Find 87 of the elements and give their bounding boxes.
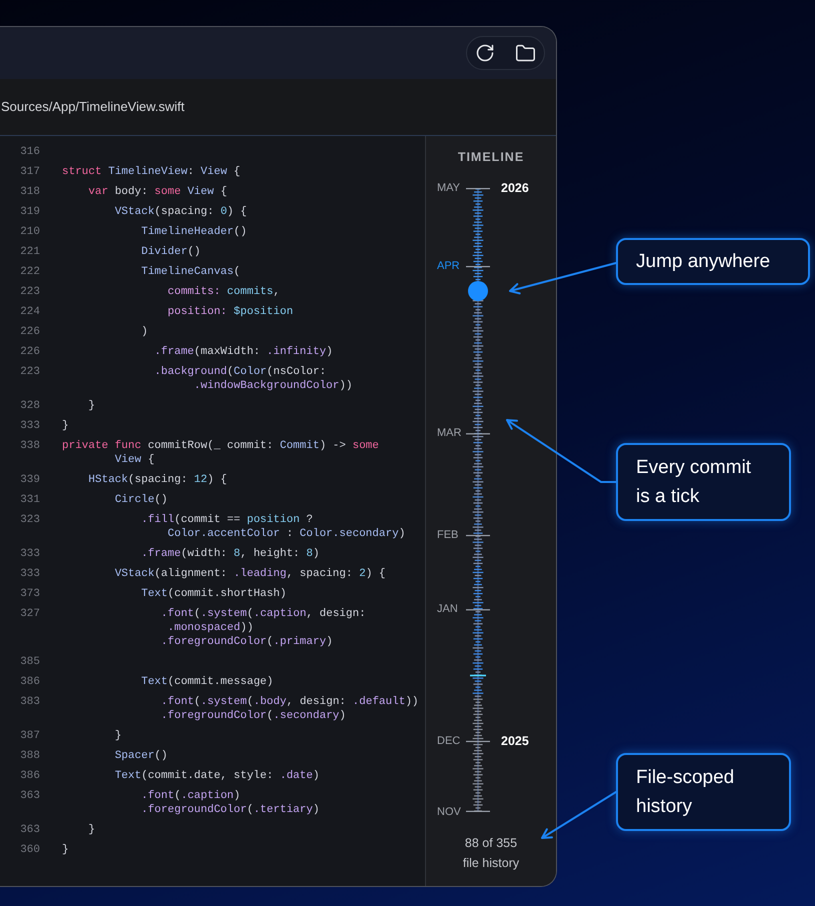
code-line: Circle() <box>114 494 168 506</box>
callout: Every commit is a tick <box>616 443 791 521</box>
line-number: 318 <box>19 185 40 199</box>
code-line: VStack(alignment: .leading, spacing: 2) { <box>114 568 386 580</box>
line-number: 386 <box>19 769 40 783</box>
line-number: 363 <box>19 789 40 803</box>
code-line: } <box>62 844 69 856</box>
timeline-title: TIMELINE <box>458 149 524 165</box>
code-line: .windowBackgroundColor)) <box>194 380 352 392</box>
line-number: 223 <box>19 285 40 299</box>
code-line: Color.accentColor : Color.secondary) <box>168 528 406 540</box>
line-number: 323 <box>19 513 40 527</box>
year-label: 2026 <box>501 181 529 195</box>
line-number: 363 <box>19 823 40 837</box>
callout: Jump anywhere <box>616 238 810 285</box>
line-number: 319 <box>19 205 40 219</box>
code-line: .frame(width: 8, height: 8) <box>141 548 320 560</box>
code-line: .foregroundColor(.primary) <box>161 636 333 648</box>
line-number: 210 <box>19 225 40 239</box>
line-number: 221 <box>19 245 40 259</box>
code-line: Text(commit.message) <box>141 676 274 688</box>
code-line: Spacer() <box>114 750 168 762</box>
line-number: 383 <box>19 695 40 709</box>
line-number: 223 <box>19 365 40 379</box>
code-line: Divider() <box>141 246 201 258</box>
code-line: TimelineHeader() <box>141 226 247 238</box>
month-label: JAN <box>437 602 458 616</box>
code-line: .foregroundColor(.secondary) <box>161 710 346 722</box>
line-number: 317 <box>19 165 40 179</box>
history-caption: file history <box>462 855 520 872</box>
line-number: 224 <box>19 305 40 319</box>
line-number: 328 <box>19 399 40 413</box>
code-line: ) <box>141 326 148 338</box>
line-number: 386 <box>19 675 40 689</box>
code-line: Text(commit.shortHash) <box>141 588 286 600</box>
refresh-icon <box>475 43 495 63</box>
line-number: 387 <box>19 729 40 743</box>
code-line: .fill(commit == position ? <box>141 514 313 526</box>
code-line: .font(.system(.body, design: .default)) <box>161 696 419 708</box>
line-number: 338 <box>19 439 40 453</box>
code-line: View { <box>114 454 154 466</box>
line-number: 333 <box>19 567 40 581</box>
month-label: MAY <box>437 181 460 195</box>
code-line: .frame(maxWidth: .infinity) <box>154 346 333 358</box>
line-number: 333 <box>19 547 40 561</box>
code-line: position: $position <box>168 306 294 318</box>
month-label: NOV <box>437 805 461 819</box>
line-number: 339 <box>19 473 40 487</box>
code-line: } <box>62 420 69 432</box>
code-line: .font(.caption) <box>141 790 240 802</box>
line-number: 327 <box>19 607 40 621</box>
code-line: } <box>88 824 96 836</box>
line-number: 226 <box>19 325 40 339</box>
code-line: struct TimelineView: View { <box>62 166 240 178</box>
code-line: } <box>88 400 96 412</box>
line-number: 388 <box>19 749 40 763</box>
slider-thumb[interactable] <box>468 280 488 301</box>
code-line: .foregroundColor(.tertiary) <box>141 804 320 816</box>
code-line: .monospaced)) <box>168 622 254 634</box>
code-line: commits: commits, <box>168 286 280 298</box>
code-line: .font(.system(.caption, design: <box>161 608 366 620</box>
line-number: 331 <box>19 493 40 507</box>
folder-icon <box>514 42 536 64</box>
line-number: 226 <box>19 345 40 359</box>
line-number: 385 <box>19 655 40 669</box>
line-number: 373 <box>19 587 40 601</box>
code-line: private func commitRow(_ commit: Commit) -> some <box>62 440 379 452</box>
line-number: 333 <box>19 419 40 433</box>
month-label: MAR <box>437 426 462 440</box>
code-line: } <box>114 730 122 742</box>
file-path: Sources/App/TimelineView.swift <box>1 98 185 116</box>
code-line: HStack(spacing: 12) { <box>88 474 228 486</box>
line-number: 316 <box>19 145 40 159</box>
code-line: .background(Color(nsColor: <box>154 366 326 378</box>
month-label: APR <box>437 259 460 273</box>
code-line: var body: some View { <box>88 186 228 198</box>
code-line: TimelineCanvas( <box>141 266 240 278</box>
line-number: 360 <box>19 843 40 857</box>
timeline-slider[interactable] <box>466 188 490 812</box>
month-label: DEC <box>437 734 460 748</box>
commit-count: 88 of 355 <box>464 835 518 852</box>
callout: File-scoped history <box>616 753 791 831</box>
month-label: FEB <box>437 528 458 542</box>
year-label: 2025 <box>501 734 529 748</box>
code-line: Text(commit.date, style: .date) <box>114 770 320 782</box>
code-line: VStack(spacing: 0) { <box>114 206 247 218</box>
line-number: 222 <box>19 265 40 279</box>
